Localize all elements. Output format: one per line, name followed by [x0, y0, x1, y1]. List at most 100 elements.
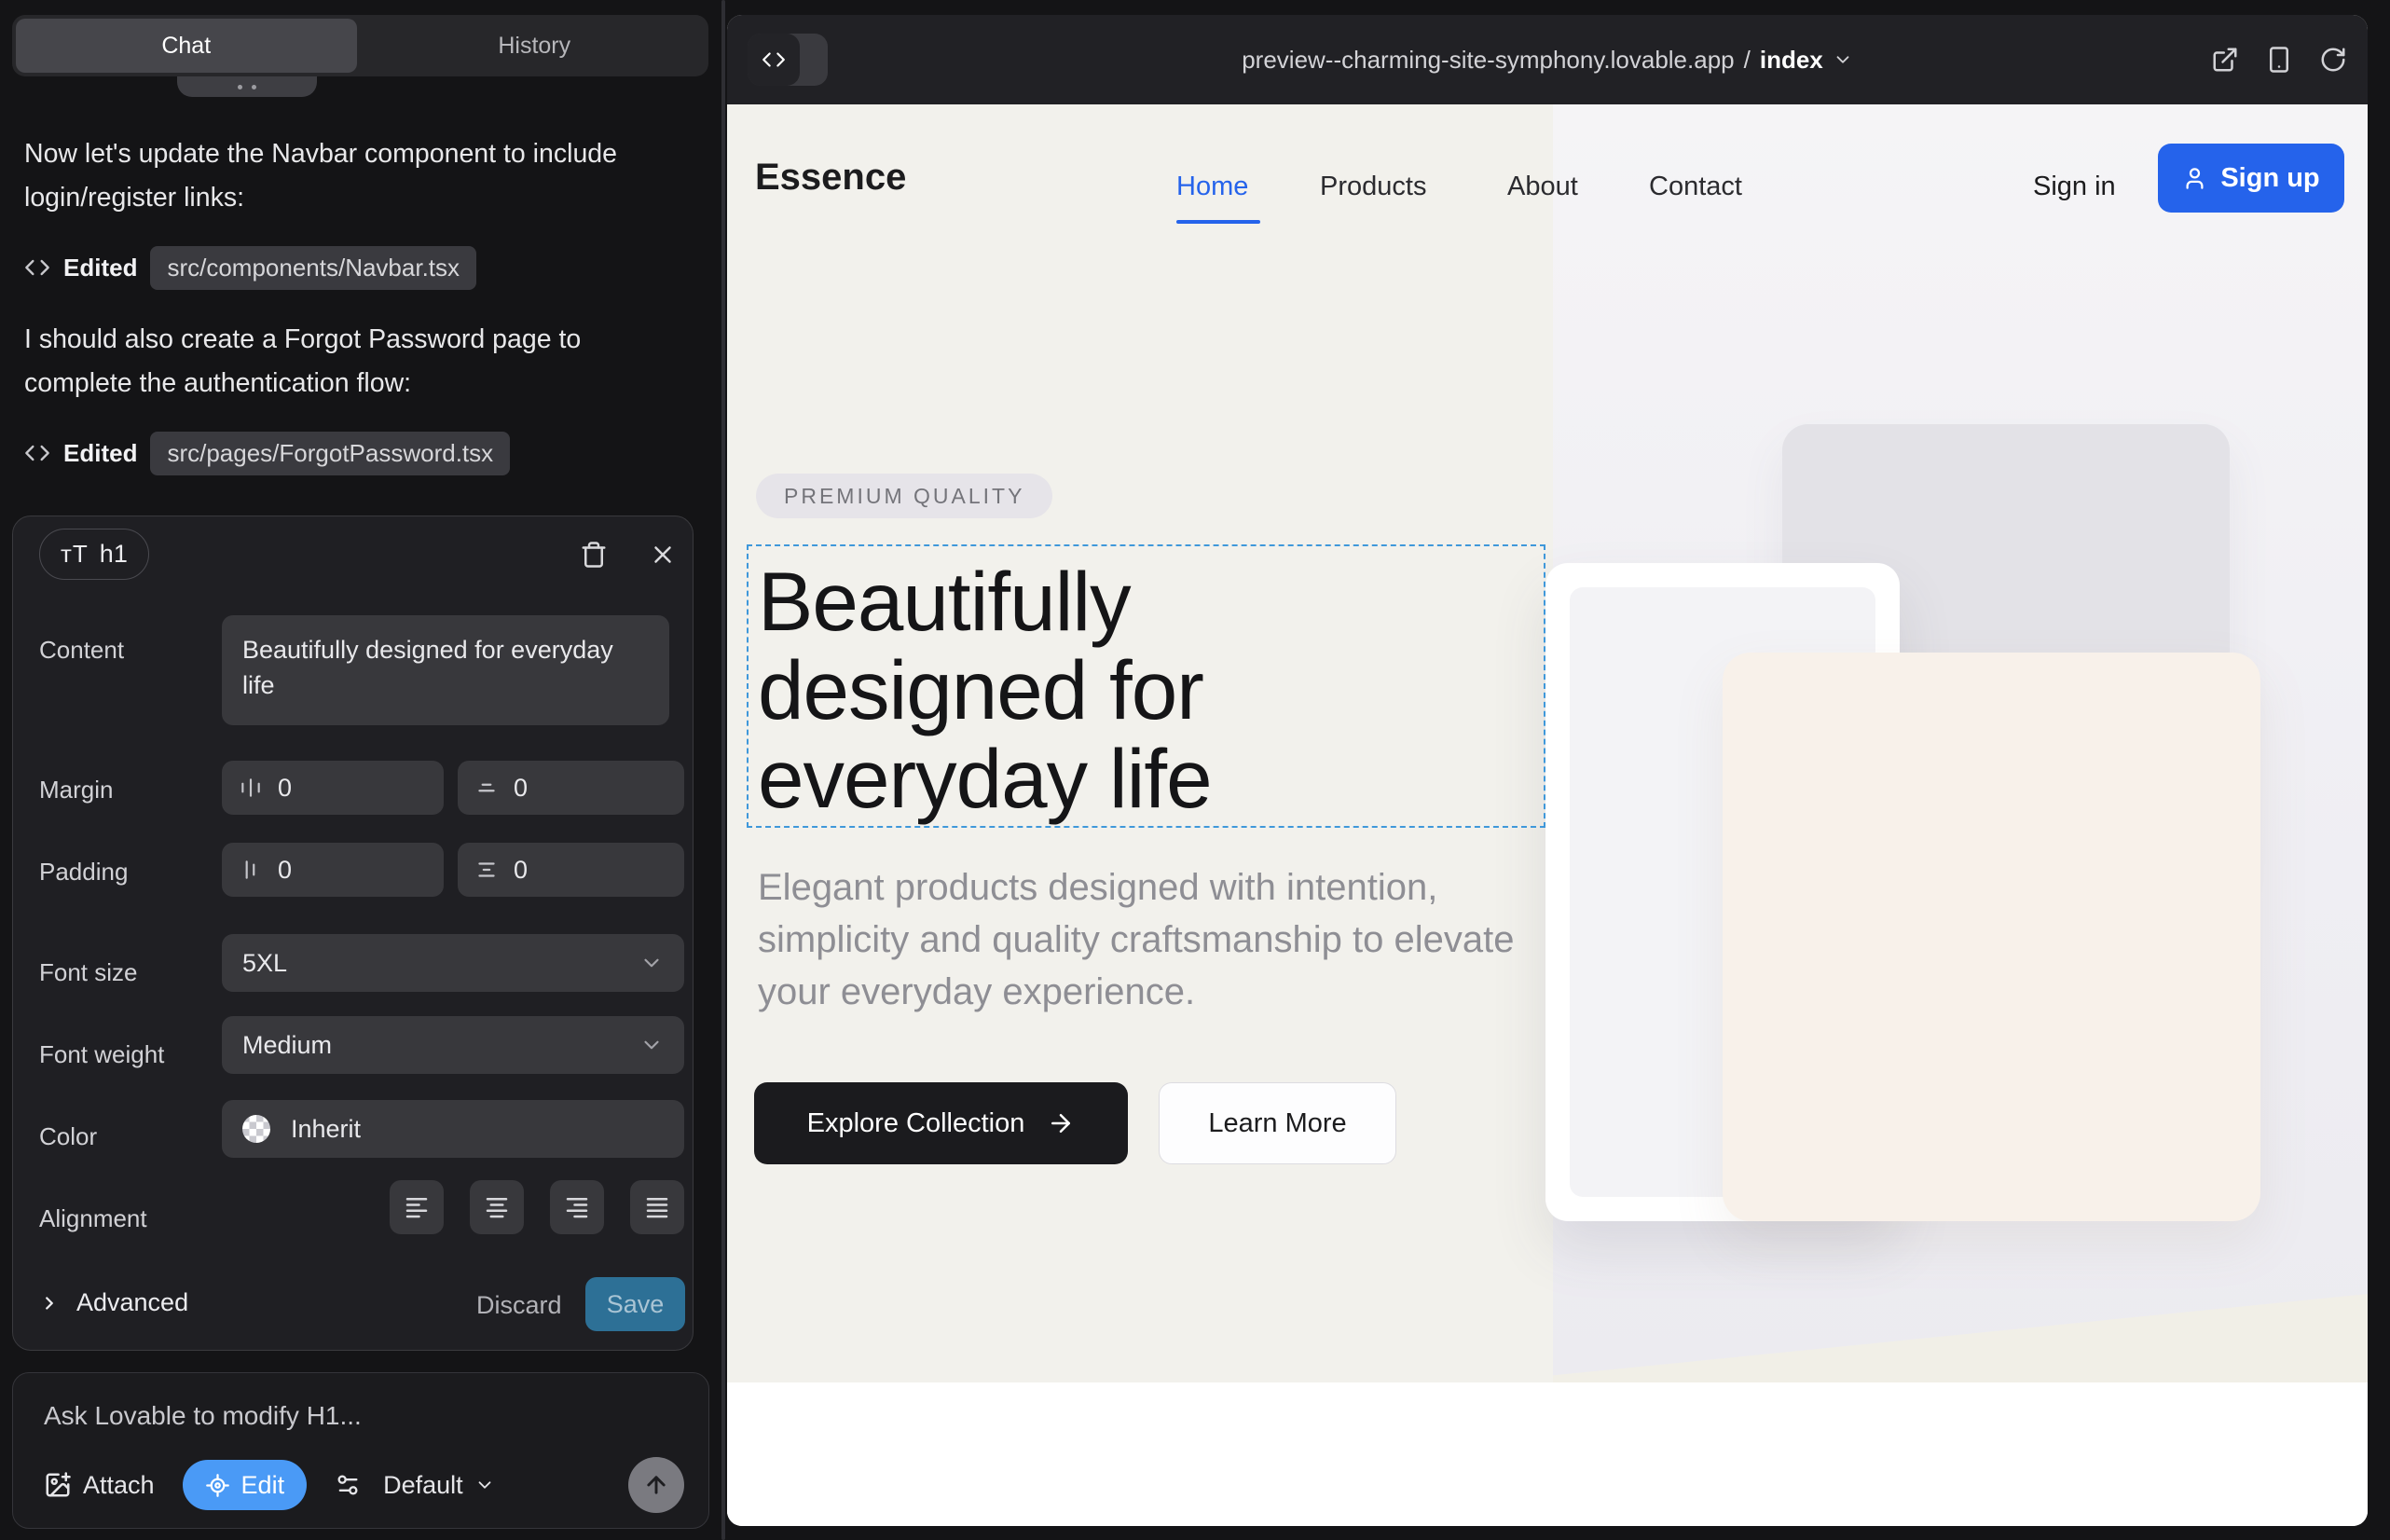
- sign-in-link[interactable]: Sign in: [2033, 172, 2116, 202]
- align-center-button[interactable]: [470, 1180, 524, 1234]
- arrow-right-icon: [1047, 1109, 1075, 1137]
- nav-products[interactable]: Products: [1320, 172, 1426, 202]
- align-right-icon: [563, 1193, 591, 1221]
- smartphone-icon: [2265, 46, 2293, 74]
- preview-window: preview--charming-site-symphony.lovable.…: [727, 15, 2368, 1526]
- panel-divider: [721, 0, 725, 1540]
- color-field[interactable]: Inherit: [222, 1100, 684, 1158]
- settings-icon: [335, 1472, 361, 1498]
- edited-file-row: Edited src/pages/ForgotPassword.tsx: [24, 432, 510, 474]
- padding-horizontal-icon: [239, 858, 263, 882]
- site-preview: Essence Home Products About Contact Sign…: [727, 104, 2368, 1526]
- chat-message: Now let's update the Navbar component to…: [24, 132, 639, 220]
- site-logo[interactable]: Essence: [755, 157, 906, 199]
- element-tag-label: h1: [100, 540, 128, 569]
- type-icon: тT: [61, 540, 89, 569]
- explore-collection-button[interactable]: Explore Collection: [754, 1082, 1128, 1164]
- url-text: preview--charming-site-symphony.lovable.…: [1242, 46, 1734, 75]
- chevron-down-icon: [1833, 49, 1853, 70]
- align-left-button[interactable]: [390, 1180, 444, 1234]
- target-icon: [205, 1473, 230, 1498]
- code-icon: [24, 440, 50, 466]
- tab-history[interactable]: History: [364, 19, 706, 73]
- font-size-label: Font size: [39, 958, 138, 987]
- margin-x-input[interactable]: 0: [222, 761, 444, 815]
- element-editor-panel: тT h1 Content Beautifully designed for e…: [12, 516, 694, 1351]
- learn-more-button[interactable]: Learn More: [1159, 1082, 1396, 1164]
- margin-vertical-icon: [474, 776, 499, 800]
- nav-home-underline: [1176, 220, 1260, 224]
- font-size-select[interactable]: 5XL: [222, 934, 684, 992]
- composer-input[interactable]: [44, 1401, 640, 1431]
- save-button[interactable]: Save: [585, 1277, 685, 1331]
- tab-chat[interactable]: Chat: [16, 19, 357, 73]
- code-icon[interactable]: [748, 34, 800, 86]
- close-icon: [649, 541, 677, 569]
- close-editor-button[interactable]: [649, 541, 677, 569]
- content-textarea[interactable]: Beautifully designed for everyday life: [222, 615, 669, 725]
- padding-y-input[interactable]: 0: [458, 843, 684, 897]
- margin-y-input[interactable]: 0: [458, 761, 684, 815]
- hero-paragraph: Elegant products designed with intention…: [758, 861, 1578, 1018]
- align-right-button[interactable]: [550, 1180, 604, 1234]
- discard-button[interactable]: Discard: [476, 1291, 562, 1320]
- mobile-view-button[interactable]: [2265, 46, 2293, 74]
- open-external-button[interactable]: [2211, 46, 2239, 74]
- padding-x-input[interactable]: 0: [222, 843, 444, 897]
- chat-message: I should also create a Forgot Password p…: [24, 318, 639, 406]
- user-icon: [2182, 166, 2207, 191]
- attach-button[interactable]: Attach: [83, 1471, 155, 1500]
- chevron-down-icon: [474, 1475, 495, 1495]
- edited-file-chip[interactable]: src/pages/ForgotPassword.tsx: [150, 432, 510, 475]
- edit-mode-pill[interactable]: Edit: [183, 1460, 308, 1510]
- align-justify-icon: [643, 1193, 671, 1221]
- alignment-label: Alignment: [39, 1204, 147, 1233]
- chat-composer: Attach Edit Default: [12, 1372, 709, 1529]
- align-center-icon: [483, 1193, 511, 1221]
- margin-label: Margin: [39, 776, 113, 804]
- hero-diagonal-wedge: [1553, 1294, 2368, 1382]
- sign-up-button[interactable]: Sign up: [2158, 144, 2344, 213]
- decor-card-cream: [1723, 653, 2260, 1221]
- margin-horizontal-icon: [239, 776, 263, 800]
- font-weight-select[interactable]: Medium: [222, 1016, 684, 1074]
- align-left-icon: [403, 1193, 431, 1221]
- chevron-right-icon: [39, 1293, 60, 1313]
- advanced-toggle[interactable]: Advanced: [39, 1288, 188, 1317]
- color-label: Color: [39, 1122, 97, 1151]
- delete-element-button[interactable]: [580, 541, 608, 569]
- selected-element-pill: тT h1: [39, 529, 149, 580]
- chevron-down-icon: [639, 1033, 664, 1057]
- quality-badge: PREMIUM QUALITY: [756, 474, 1052, 518]
- padding-vertical-icon: [474, 858, 499, 882]
- align-justify-button[interactable]: [630, 1180, 684, 1234]
- nav-home[interactable]: Home: [1176, 172, 1248, 202]
- image-plus-icon[interactable]: [44, 1471, 72, 1499]
- nav-about[interactable]: About: [1507, 172, 1578, 202]
- trash-icon: [580, 541, 608, 569]
- external-link-icon: [2211, 46, 2239, 74]
- arrow-up-icon: [643, 1472, 669, 1498]
- mode-selector[interactable]: Default: [335, 1471, 495, 1500]
- refresh-button[interactable]: [2319, 46, 2347, 74]
- refresh-icon: [2319, 46, 2347, 74]
- chat-history-tabbar: Chat History: [12, 15, 708, 76]
- hero-heading[interactable]: Beautifully designed for everyday life: [758, 557, 1212, 823]
- font-weight-label: Font weight: [39, 1040, 164, 1069]
- send-button[interactable]: [628, 1457, 684, 1513]
- edited-file-chip[interactable]: src/components/Navbar.tsx: [150, 246, 476, 290]
- content-label: Content: [39, 636, 124, 665]
- chevron-down-icon: [639, 951, 664, 975]
- url-bar[interactable]: preview--charming-site-symphony.lovable.…: [1242, 46, 1853, 75]
- edited-label: Edited: [63, 439, 137, 468]
- color-swatch: [242, 1115, 270, 1143]
- edited-file-row: Edited src/components/Navbar.tsx: [24, 246, 476, 289]
- code-preview-toggle[interactable]: [748, 34, 828, 86]
- scrolled-message-peek: [177, 76, 317, 97]
- next-section: [727, 1382, 2368, 1526]
- code-icon: [24, 254, 50, 281]
- padding-label: Padding: [39, 858, 128, 887]
- nav-contact[interactable]: Contact: [1649, 172, 1742, 202]
- edited-label: Edited: [63, 254, 137, 282]
- route-name: index: [1760, 46, 1823, 75]
